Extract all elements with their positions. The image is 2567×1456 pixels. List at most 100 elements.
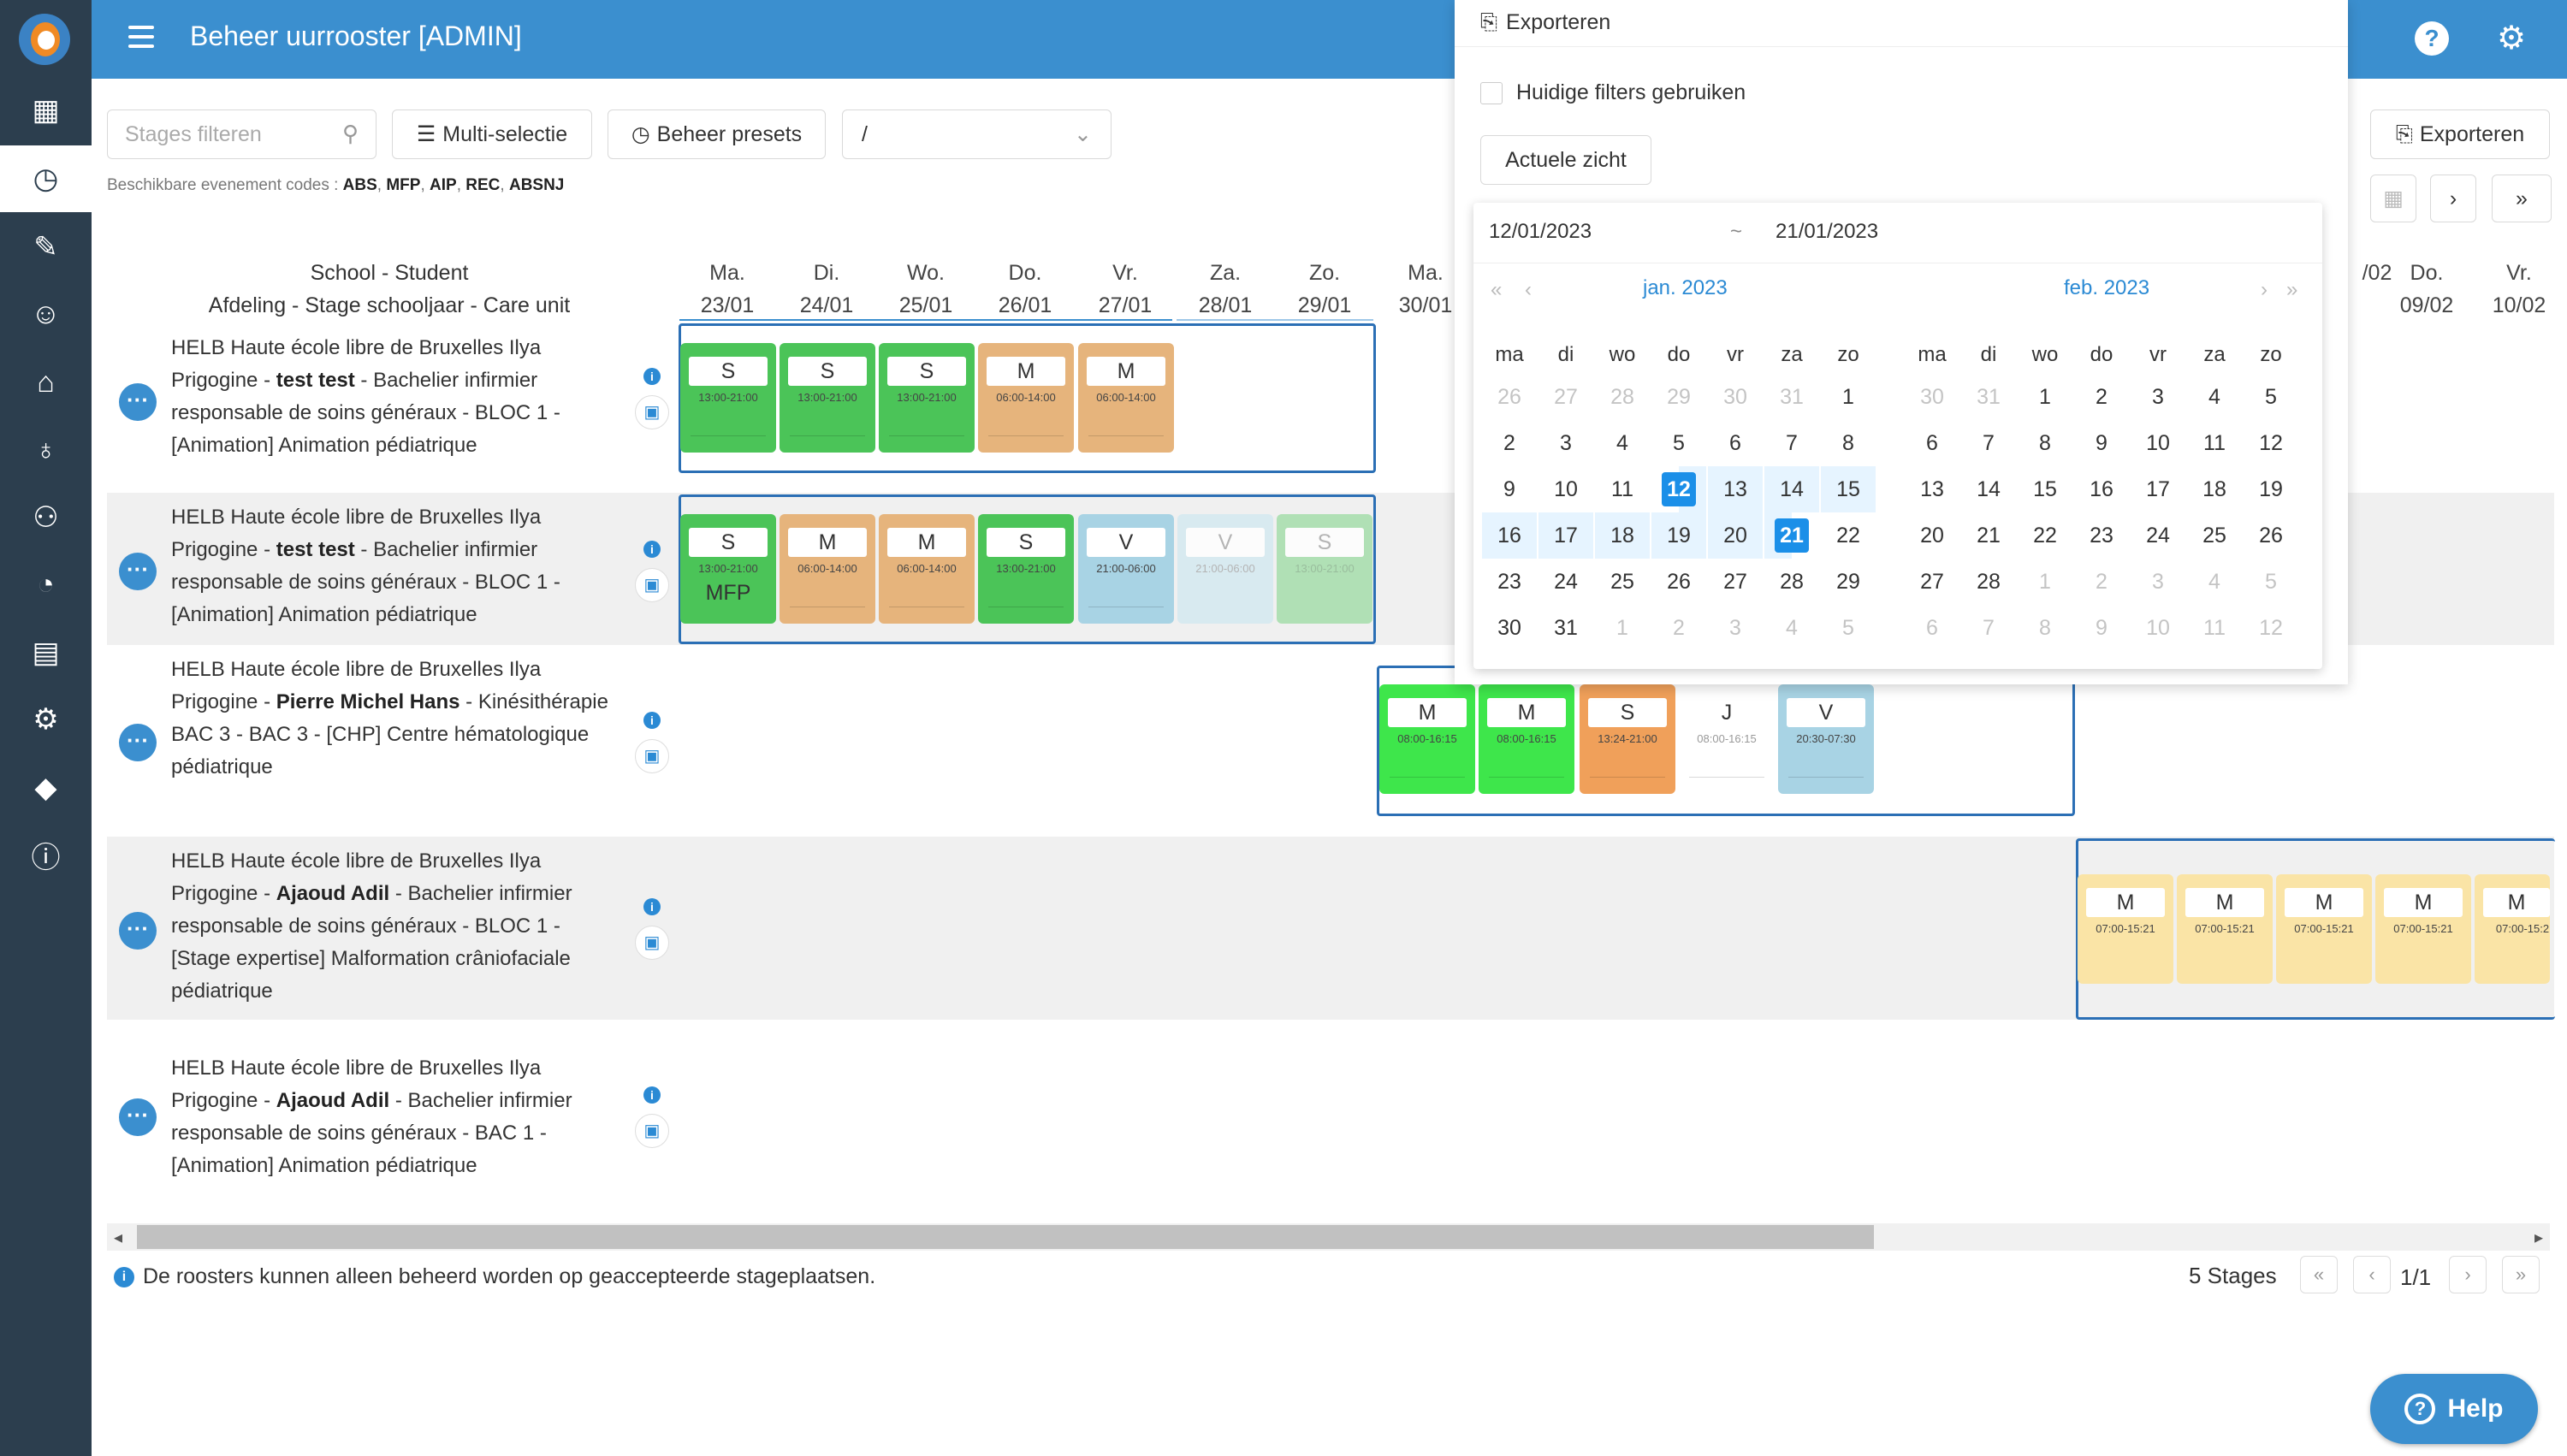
calendar-day[interactable]: 29 <box>1821 559 1876 605</box>
shift-cell[interactable]: M 07:00-15:21 <box>2276 874 2372 984</box>
next-page-button[interactable]: › <box>2449 1256 2487 1293</box>
calendar-day[interactable]: 9 <box>2074 420 2129 466</box>
first-page-button[interactable]: « <box>2300 1256 2338 1293</box>
calendar-day[interactable]: 2 <box>1482 420 1537 466</box>
shift-cell[interactable]: M 07:00-15:2 <box>2475 874 2550 984</box>
scroll-thumb[interactable] <box>137 1225 1874 1249</box>
calendar-day[interactable]: 7 <box>1764 420 1819 466</box>
calendar-day[interactable]: 3 <box>1538 420 1593 466</box>
calendar-day[interactable]: 5 <box>2244 559 2298 605</box>
calendar-day[interactable]: 30 <box>1482 605 1537 651</box>
calendar-day[interactable]: 19 <box>2244 466 2298 512</box>
row-actions-button[interactable]: ··· <box>119 912 157 950</box>
help-question-icon[interactable]: ? <box>2415 21 2449 56</box>
shift-cell[interactable]: S 13:00-21:00 <box>978 514 1074 624</box>
calendar-day[interactable]: 25 <box>2187 512 2242 559</box>
calendar-day[interactable]: 14 <box>1961 466 2016 512</box>
shift-cell[interactable]: M 06:00-14:00 <box>978 343 1074 453</box>
calendar-day[interactable]: 24 <box>1538 559 1593 605</box>
student-icon[interactable]: ✎ <box>0 214 92 281</box>
shift-cell[interactable]: S 13:00-21:00 <box>1277 514 1372 624</box>
calendar-day[interactable]: 28 <box>1961 559 2016 605</box>
calendar-day[interactable]: 5 <box>2244 374 2298 420</box>
calendar-day[interactable]: 12 <box>2244 420 2298 466</box>
info-icon[interactable]: i <box>643 541 661 558</box>
calendar-day[interactable]: 24 <box>2131 512 2185 559</box>
calendar-day[interactable]: 2 <box>1651 605 1706 651</box>
calendar-day[interactable]: 12 <box>2244 605 2298 651</box>
calendar-day[interactable]: 31 <box>1961 374 2016 420</box>
calendar-day[interactable]: 13 <box>1905 466 1959 512</box>
calendar-day[interactable]: 31 <box>1764 374 1819 420</box>
scroll-right-icon[interactable]: ▸ <box>2534 1227 2543 1248</box>
calendar-day[interactable]: 5 <box>1821 605 1876 651</box>
calendar-check-icon[interactable]: ▣ <box>635 739 669 773</box>
calendar-day[interactable]: 23 <box>1482 559 1537 605</box>
next-week-button[interactable]: › <box>2430 175 2476 222</box>
shift-cell[interactable]: V 21:00-06:00 <box>1078 514 1174 624</box>
calendar-check-icon[interactable]: ▣ <box>635 926 669 960</box>
calendar-day[interactable]: 29 <box>1651 374 1706 420</box>
prev-year-icon[interactable]: « <box>1491 278 1502 302</box>
calendar-day[interactable]: 3 <box>2131 374 2185 420</box>
calendar-day[interactable]: 6 <box>1905 605 1959 651</box>
shift-cell[interactable]: M 08:00-16:15 <box>1479 684 1574 794</box>
calendar-check-icon[interactable]: ▣ <box>635 568 669 602</box>
calendar-day[interactable]: 4 <box>2187 559 2242 605</box>
document-icon[interactable]: ▤ <box>0 619 92 686</box>
calendar-day[interactable]: 13 <box>1708 466 1763 512</box>
calendar-day[interactable]: 27 <box>1708 559 1763 605</box>
shift-cell[interactable]: M 07:00-15:21 <box>2177 874 2273 984</box>
shift-cell[interactable]: M 06:00-14:00 <box>879 514 975 624</box>
fast-forward-button[interactable]: » <box>2492 175 2552 222</box>
settings-icon[interactable]: ⚙ <box>0 686 92 753</box>
calendar-day[interactable]: 27 <box>1538 374 1593 420</box>
calendar-day[interactable]: 21 <box>1764 512 1819 559</box>
prev-month-icon[interactable]: ‹ <box>1525 278 1532 302</box>
shift-cell[interactable]: V 20:30-07:30 <box>1778 684 1874 794</box>
school-icon[interactable]: ⌂ <box>0 349 92 416</box>
shift-cell[interactable]: J 08:00-16:15 <box>1679 684 1775 794</box>
calendar-day[interactable]: 9 <box>1482 466 1537 512</box>
pie-chart-icon[interactable]: ◔ <box>0 551 92 618</box>
calendar-day[interactable]: 17 <box>1538 512 1593 559</box>
calendar-day[interactable]: 10 <box>2131 420 2185 466</box>
calendar-day[interactable]: 20 <box>1905 512 1959 559</box>
shift-cell[interactable]: S 13:00-21:00 MFP <box>680 514 776 624</box>
horizontal-scrollbar[interactable]: ◂ ▸ <box>107 1223 2550 1251</box>
help-button[interactable]: ? Help <box>2370 1374 2538 1444</box>
calendar-day[interactable]: 10 <box>2131 605 2185 651</box>
calendar-day[interactable]: 28 <box>1595 374 1650 420</box>
stages-filter-input[interactable]: Stages filteren ⚲ <box>107 109 376 159</box>
calendar-picker-button[interactable]: ▦ <box>2370 175 2416 222</box>
use-filters-checkbox[interactable] <box>1480 82 1503 104</box>
calendar-day[interactable]: 7 <box>1961 605 2016 651</box>
stethoscope-icon[interactable]: ♁ <box>0 417 92 483</box>
manage-presets-button[interactable]: ◷ Beheer presets <box>608 109 826 159</box>
shift-cell[interactable]: S 13:00-21:00 <box>680 343 776 453</box>
calendar-day[interactable]: 2 <box>2074 374 2129 420</box>
calendar-day[interactable]: 1 <box>1595 605 1650 651</box>
export-button[interactable]: ⎘ Exporteren <box>2370 109 2550 159</box>
row-actions-button[interactable]: ··· <box>119 383 157 421</box>
next-month-icon[interactable]: › <box>2261 278 2268 302</box>
calendar-day[interactable]: 1 <box>2018 374 2072 420</box>
calendar-day[interactable]: 11 <box>1595 466 1650 512</box>
calendar-day[interactable]: 11 <box>2187 605 2242 651</box>
calendar-day[interactable]: 10 <box>1538 466 1593 512</box>
clock-icon[interactable]: ◷ <box>0 145 92 212</box>
shift-cell[interactable]: V 21:00-06:00 <box>1177 514 1273 624</box>
calendar-day[interactable]: 14 <box>1764 466 1819 512</box>
calendar-day[interactable]: 8 <box>2018 420 2072 466</box>
calendar-day[interactable]: 8 <box>1821 420 1876 466</box>
shift-cell[interactable]: M 06:00-14:00 <box>780 514 875 624</box>
calendar-day[interactable]: 25 <box>1595 559 1650 605</box>
preset-select[interactable]: / ⌄ <box>842 109 1112 159</box>
gear-icon[interactable]: ⚙ <box>2497 19 2526 57</box>
calendar-day[interactable]: 9 <box>2074 605 2129 651</box>
scroll-left-icon[interactable]: ◂ <box>114 1227 122 1248</box>
calendar-icon[interactable]: ▦ <box>0 77 92 144</box>
left-month-title[interactable]: jan. 2023 <box>1643 276 1728 300</box>
range-end-input[interactable]: 21/01/2023 <box>1776 220 1878 244</box>
calendar-check-icon[interactable]: ▣ <box>635 1114 669 1148</box>
